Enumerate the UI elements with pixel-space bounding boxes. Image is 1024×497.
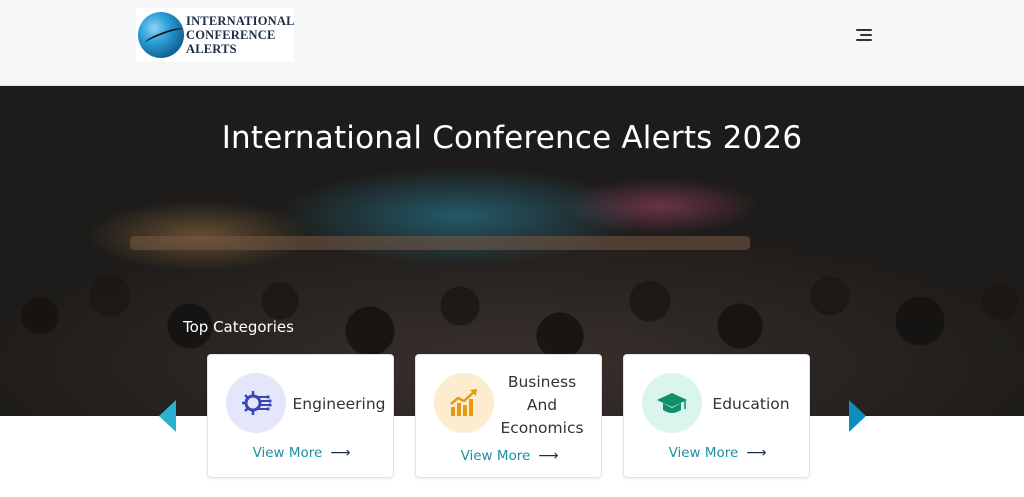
- category-label-engineering: Engineering: [292, 395, 386, 413]
- chevron-right-icon[interactable]: [849, 400, 866, 432]
- chevron-left-icon[interactable]: [159, 400, 176, 432]
- stage-silhouette: [130, 236, 750, 250]
- logo-text: INTERNATIONAL CONFERENCE ALERTS: [186, 14, 295, 56]
- category-label-business-economics: Business And Economics: [494, 371, 590, 440]
- category-label-line-3: Economics: [500, 419, 584, 437]
- site-header: INTERNATIONAL CONFERENCE ALERTS: [0, 0, 1024, 86]
- hamburger-menu-icon[interactable]: [852, 26, 872, 44]
- view-more-text: View More: [460, 448, 531, 464]
- site-logo[interactable]: INTERNATIONAL CONFERENCE ALERTS: [136, 8, 294, 62]
- category-card-education[interactable]: Education View More ⟶: [623, 354, 810, 478]
- arrow-right-icon: ⟶: [746, 445, 767, 461]
- category-label-line-2: And: [526, 396, 558, 414]
- growth-chart-icon: [434, 373, 494, 433]
- engineering-circuit-icon: [226, 373, 286, 433]
- arrow-right-icon: ⟶: [330, 445, 351, 461]
- graduation-cap-icon: [642, 373, 702, 433]
- hero-title: International Conference Alerts 2026: [221, 120, 803, 156]
- top-categories-label: Top Categories: [183, 318, 294, 336]
- view-more-text: View More: [668, 445, 739, 461]
- view-more-link-education[interactable]: View More ⟶: [624, 445, 811, 461]
- category-card-engineering[interactable]: Engineering View More ⟶: [207, 354, 394, 478]
- category-label-line-1: Business: [507, 373, 577, 391]
- globe-logo-icon: [138, 12, 184, 58]
- category-card-business-economics[interactable]: Business And Economics View More ⟶: [415, 354, 602, 478]
- view-more-link-business-economics[interactable]: View More ⟶: [416, 448, 603, 464]
- logo-line-3: ALERTS: [186, 42, 237, 56]
- view-more-text: View More: [252, 445, 323, 461]
- arrow-right-icon: ⟶: [538, 448, 559, 464]
- category-label-education: Education: [712, 395, 790, 413]
- view-more-link-engineering[interactable]: View More ⟶: [208, 445, 395, 461]
- logo-line-2: CONFERENCE: [186, 28, 276, 42]
- logo-line-1: INTERNATIONAL: [186, 14, 295, 28]
